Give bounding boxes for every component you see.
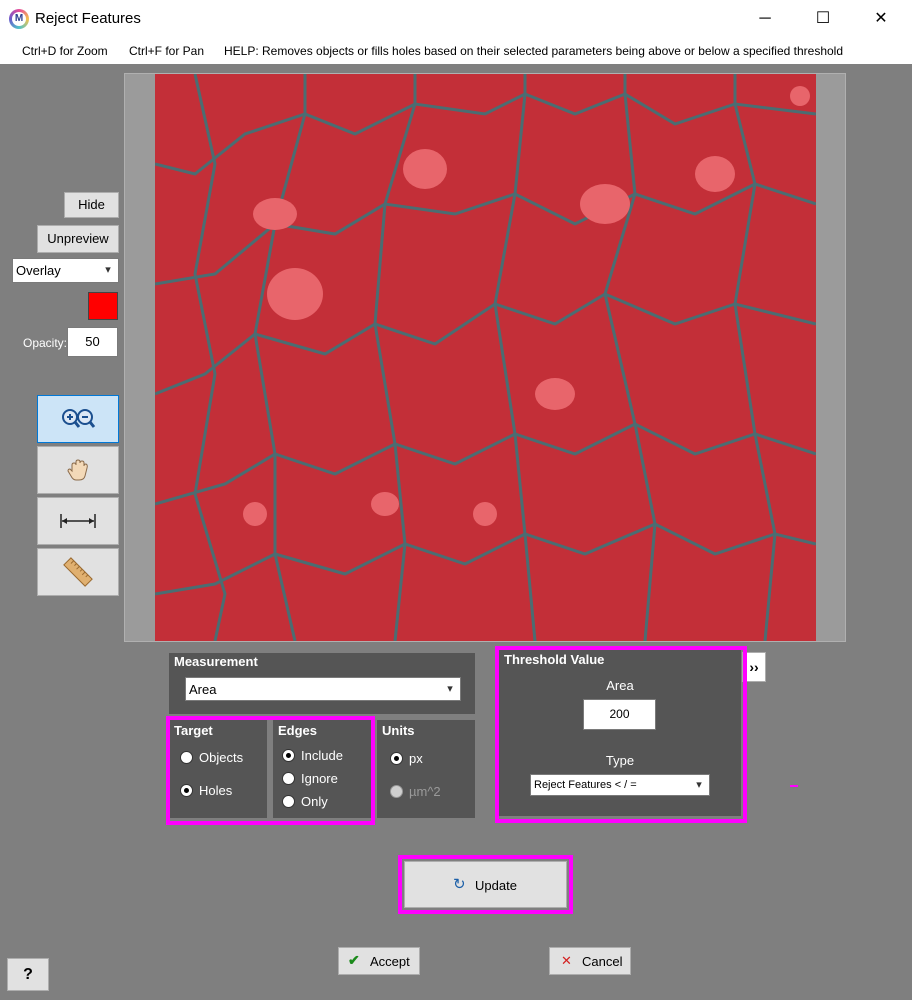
radio-circle (390, 785, 403, 798)
display-mode-select[interactable]: Overlay ▾ (12, 258, 119, 283)
cancel-button[interactable]: ✕ Cancel (549, 947, 631, 975)
highlight-mark (790, 785, 798, 787)
threshold-highlight (495, 646, 747, 823)
pan-hint: Ctrl+F for Pan (129, 44, 205, 58)
ruler-tool-button[interactable] (37, 548, 119, 596)
zoom-hint: Ctrl+D for Zoom (22, 44, 108, 58)
help-text: HELP: Removes objects or fills holes bas… (224, 44, 844, 58)
opacity-input[interactable]: 50 (67, 327, 118, 357)
chevron-down-icon: ▾ (105, 264, 111, 276)
opacity-label: Opacity: (23, 336, 68, 350)
measurement-title: Measurement (174, 654, 258, 669)
minimize-button[interactable]: ─ (736, 0, 794, 38)
accept-label: Accept (370, 954, 410, 969)
app-icon: M (9, 9, 29, 29)
checkmark-icon: ✔ (348, 952, 360, 968)
chevron-down-icon: ▾ (447, 683, 453, 695)
units-panel: Units px µm^2 (377, 720, 475, 818)
unpreview-button[interactable]: Unpreview (37, 225, 119, 253)
zoom-icon (62, 409, 96, 428)
ruler-icon (63, 557, 93, 587)
update-label: Update (475, 878, 517, 893)
help-button[interactable]: ? (7, 958, 49, 991)
update-button[interactable]: ↻ Update (404, 861, 567, 908)
pan-tool-button[interactable] (37, 446, 119, 494)
close-icon: ✕ (561, 953, 572, 968)
measurement-panel: Measurement Area ▾ (169, 653, 475, 714)
units-um2-radio: µm^2 (390, 784, 441, 799)
zoom-tool-button[interactable] (37, 395, 119, 443)
close-button[interactable]: ✕ (852, 0, 910, 38)
target-edges-highlight (166, 716, 375, 825)
overlay-color-swatch[interactable] (88, 292, 118, 320)
pan-hand-icon (67, 459, 88, 481)
title-bar: M Reject Features ─ ☐ ✕ (0, 0, 912, 38)
maximize-button[interactable]: ☐ (794, 0, 852, 38)
micrograph-overlay-image[interactable] (155, 74, 816, 641)
units-title: Units (382, 723, 415, 738)
measure-line-icon (60, 514, 96, 528)
units-px-radio[interactable]: px (390, 751, 423, 766)
hint-bar: Ctrl+D for Zoom Ctrl+F for Pan HELP: Rem… (0, 38, 912, 64)
measurement-select[interactable]: Area ▾ (185, 677, 461, 701)
hide-button[interactable]: Hide (64, 192, 119, 218)
measure-tool-button[interactable] (37, 497, 119, 545)
measurement-value: Area (189, 682, 217, 697)
refresh-icon: ↻ (453, 876, 466, 893)
radio-circle (390, 752, 403, 765)
display-mode-value: Overlay (16, 263, 61, 278)
cancel-label: Cancel (582, 954, 623, 969)
accept-button[interactable]: ✔ Accept (338, 947, 420, 975)
window-title: Reject Features (35, 10, 141, 27)
